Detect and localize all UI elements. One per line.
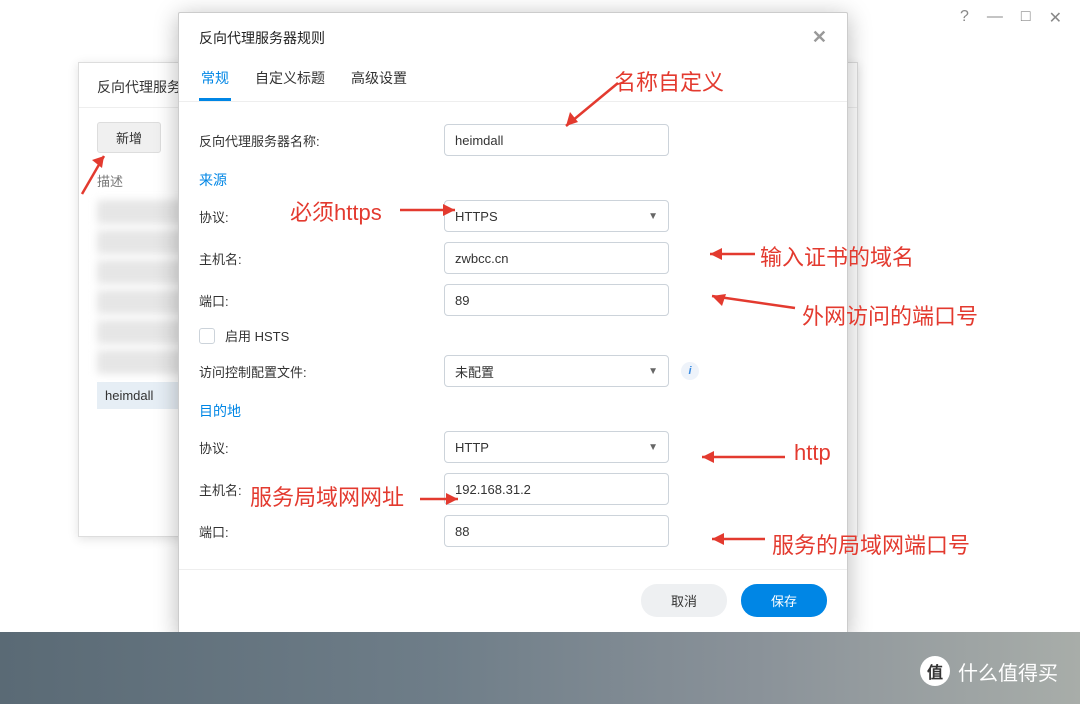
tab-custom-header[interactable]: 自定义标题	[253, 58, 327, 101]
dst-host-input[interactable]: 192.168.31.2	[444, 473, 669, 505]
cancel-button[interactable]: 取消	[641, 584, 727, 617]
label-src-host: 主机名:	[199, 249, 444, 268]
info-icon[interactable]: i	[681, 362, 699, 380]
bottom-strip	[0, 632, 1080, 704]
save-button[interactable]: 保存	[741, 584, 827, 617]
dst-host-value: 192.168.31.2	[455, 482, 531, 497]
label-dst-port: 端口:	[199, 522, 444, 541]
dst-port-input[interactable]: 88	[444, 515, 669, 547]
watermark: 值 什么值得买	[920, 656, 1058, 686]
anno-lan-port: 服务的局域网端口号	[772, 528, 970, 560]
tab-general[interactable]: 常规	[199, 58, 231, 101]
anno-http: http	[794, 440, 831, 466]
acl-select[interactable]: 未配置 ▼	[444, 355, 669, 387]
acl-value: 未配置	[455, 362, 494, 381]
src-host-input[interactable]: zwbcc.cn	[444, 242, 669, 274]
dst-port-value: 88	[455, 524, 469, 539]
anno-domain: 输入证书的域名	[760, 240, 914, 272]
add-button[interactable]: 新增	[97, 122, 161, 153]
section-dest: 目的地	[199, 401, 827, 421]
anno-name: 名称自定义	[614, 65, 724, 97]
dst-protocol-value: HTTP	[455, 440, 489, 455]
src-protocol-select[interactable]: HTTPS ▼	[444, 200, 669, 232]
help-icon[interactable]: ?	[960, 8, 969, 28]
hsts-checkbox[interactable]: 启用 HSTS	[199, 326, 289, 345]
minimize-icon[interactable]: —	[987, 8, 1003, 28]
watermark-text: 什么值得买	[958, 657, 1058, 686]
src-port-value: 89	[455, 293, 469, 308]
label-name: 反向代理服务器名称:	[199, 131, 444, 150]
src-protocol-value: HTTPS	[455, 209, 498, 224]
anno-lan-addr: 服务局域网网址	[250, 480, 404, 512]
dst-protocol-select[interactable]: HTTP ▼	[444, 431, 669, 463]
name-value: heimdall	[455, 133, 503, 148]
src-host-value: zwbcc.cn	[455, 251, 508, 266]
maximize-icon[interactable]: □	[1021, 8, 1031, 28]
tab-advanced[interactable]: 高级设置	[349, 58, 409, 101]
close-window-icon[interactable]: ✕	[1049, 8, 1062, 28]
chevron-down-icon: ▼	[648, 442, 658, 453]
chevron-down-icon: ▼	[648, 211, 658, 222]
chevron-down-icon: ▼	[648, 366, 658, 377]
label-dst-protocol: 协议:	[199, 438, 444, 457]
checkbox-icon	[199, 328, 215, 344]
anno-wan-port: 外网访问的端口号	[802, 299, 978, 331]
watermark-icon: 值	[920, 656, 950, 686]
src-port-input[interactable]: 89	[444, 284, 669, 316]
close-icon[interactable]: ✕	[812, 27, 827, 48]
rule-dialog: 反向代理服务器规则 ✕ 常规 自定义标题 高级设置 反向代理服务器名称: hei…	[178, 12, 848, 636]
dialog-title: 反向代理服务器规则	[199, 28, 325, 48]
section-source: 来源	[199, 170, 827, 190]
anno-https: 必须https	[290, 195, 382, 227]
label-acl: 访问控制配置文件:	[199, 362, 444, 381]
hsts-label: 启用 HSTS	[225, 326, 289, 345]
name-input[interactable]: heimdall	[444, 124, 669, 156]
label-src-port: 端口:	[199, 291, 444, 310]
